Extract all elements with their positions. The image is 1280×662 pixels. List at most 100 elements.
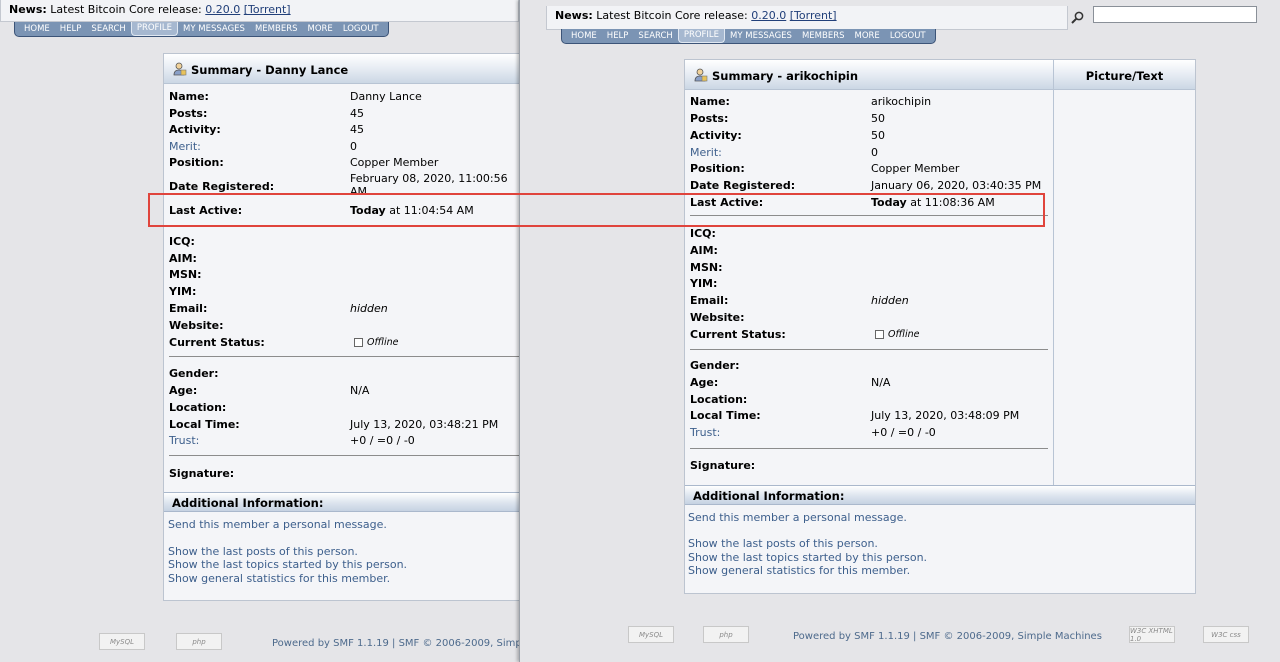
menu-help[interactable]: HELP <box>55 22 87 36</box>
news-bar: News: Latest Bitcoin Core release: 0.20.… <box>0 0 519 22</box>
last-posts-link[interactable]: Show the last posts of this person. <box>688 537 878 550</box>
name-value: Danny Lance <box>350 90 422 103</box>
menu-search[interactable]: SEARCH <box>633 29 677 43</box>
menu-more[interactable]: MORE <box>850 29 885 43</box>
location-label: Location: <box>169 401 227 414</box>
highlight-box <box>148 193 1045 227</box>
menu-logout[interactable]: LOGOUT <box>885 29 931 43</box>
activity-value: 50 <box>871 129 885 142</box>
merit-label[interactable]: Merit: <box>690 144 722 161</box>
trust-label[interactable]: Trust: <box>690 424 720 441</box>
menu-my-messages[interactable]: MY MESSAGES <box>178 22 250 36</box>
footer-powered-by[interactable]: Powered by SMF 1.1.19 | SMF © 2006-2009,… <box>793 631 1102 642</box>
summary-header: Summary - Danny Lance <box>164 54 519 84</box>
xhtml-badge[interactable]: W3C XHTML 1.0 <box>1129 626 1175 643</box>
date-registered-label: Date Registered: <box>690 179 796 192</box>
divider <box>690 448 1048 449</box>
column-divider <box>1053 90 1054 487</box>
summary-header: Summary - arikochipin <box>685 60 1054 90</box>
menu-help[interactable]: HELP <box>602 29 634 43</box>
menu-more[interactable]: MORE <box>303 22 338 36</box>
profile-panel: Summary - Danny Lance Name: Danny Lance … <box>163 53 519 601</box>
picture-text-header: Picture/Text <box>1053 60 1195 90</box>
additional-info-header: Additional Information: <box>164 492 519 512</box>
status-checkbox-icon <box>354 338 363 347</box>
menu-profile[interactable]: PROFILE <box>677 29 726 43</box>
activity-label: Activity: <box>690 129 742 142</box>
yim-label: YIM: <box>690 277 718 290</box>
right-screenshot: News: Latest Bitcoin Core release: 0.20.… <box>519 0 1280 662</box>
last-topics-link[interactable]: Show the last topics started by this per… <box>168 558 407 571</box>
posts-label: Posts: <box>169 107 208 120</box>
menu-logout[interactable]: LOGOUT <box>338 22 384 36</box>
main-menu: HOME HELP SEARCH PROFILE MY MESSAGES MEM… <box>14 22 389 37</box>
divider <box>690 349 1048 350</box>
search-icon[interactable] <box>1071 11 1084 24</box>
left-screenshot: News: Latest Bitcoin Core release: 0.20.… <box>0 0 519 662</box>
menu-home[interactable]: HOME <box>566 29 602 43</box>
age-value: N/A <box>350 384 370 397</box>
yim-label: YIM: <box>169 285 197 298</box>
menu-search[interactable]: SEARCH <box>86 22 130 36</box>
icq-label: ICQ: <box>169 235 195 248</box>
website-label: Website: <box>690 311 745 324</box>
signature-label: Signature: <box>690 459 756 472</box>
menu-members[interactable]: MEMBERS <box>250 22 303 36</box>
stats-link[interactable]: Show general statistics for this member. <box>168 572 390 585</box>
version-link[interactable]: 0.20.0 <box>205 3 240 16</box>
local-time-label: Local Time: <box>690 409 761 422</box>
mysql-badge[interactable]: MySQL <box>99 633 145 650</box>
version-link[interactable]: 0.20.0 <box>751 9 786 22</box>
website-label: Website: <box>169 319 224 332</box>
css-badge[interactable]: W3C css <box>1203 626 1249 643</box>
email-value: hidden <box>871 294 909 307</box>
menu-home[interactable]: HOME <box>19 22 55 36</box>
email-label: Email: <box>690 294 729 307</box>
footer-powered-by[interactable]: Powered by SMF 1.1.19 | SMF © 2006-2009,… <box>272 638 519 649</box>
news-bar: News: Latest Bitcoin Core release: 0.20.… <box>546 6 1068 30</box>
posts-label: Posts: <box>690 112 729 125</box>
send-pm-link[interactable]: Send this member a personal message. <box>688 511 907 524</box>
aim-label: AIM: <box>690 244 718 257</box>
stats-link[interactable]: Show general statistics for this member. <box>688 564 910 577</box>
icq-label: ICQ: <box>690 227 716 240</box>
age-label: Age: <box>690 376 719 389</box>
send-pm-link[interactable]: Send this member a personal message. <box>168 518 387 531</box>
merit-label[interactable]: Merit: <box>169 138 201 155</box>
divider <box>169 455 519 456</box>
position-label: Position: <box>690 162 745 175</box>
summary-title: Summary - Danny Lance <box>191 63 349 77</box>
menu-my-messages[interactable]: MY MESSAGES <box>725 29 797 43</box>
menu-members[interactable]: MEMBERS <box>797 29 850 43</box>
php-badge[interactable]: php <box>176 633 222 650</box>
status-checkbox-icon <box>875 330 884 339</box>
msn-label: MSN: <box>690 261 723 274</box>
gender-label: Gender: <box>690 359 740 372</box>
last-posts-link[interactable]: Show the last posts of this person. <box>168 545 358 558</box>
search-input[interactable] <box>1093 6 1257 23</box>
user-icon <box>694 68 708 82</box>
php-badge[interactable]: php <box>703 626 749 643</box>
msn-label: MSN: <box>169 268 202 281</box>
menu-profile[interactable]: PROFILE <box>130 22 179 36</box>
merit-value: 0 <box>350 140 357 153</box>
current-status-label: Current Status: <box>169 336 265 349</box>
mysql-badge[interactable]: MySQL <box>628 626 674 643</box>
name-label: Name: <box>169 90 209 103</box>
user-icon <box>173 62 187 76</box>
online-status: Offline <box>875 326 919 343</box>
trust-value: +0 / =0 / -0 <box>350 434 415 447</box>
profile-panel: Summary - arikochipin Picture/Text Name:… <box>684 59 1196 594</box>
online-status: Offline <box>354 334 398 351</box>
last-topics-link[interactable]: Show the last topics started by this per… <box>688 551 927 564</box>
age-value: N/A <box>871 376 891 389</box>
aim-label: AIM: <box>169 252 197 265</box>
torrent-link[interactable]: [Torrent] <box>244 3 291 16</box>
name-value: arikochipin <box>871 95 932 108</box>
posts-value: 45 <box>350 107 364 120</box>
local-time-value: July 13, 2020, 03:48:21 PM <box>350 418 499 431</box>
additional-info-header: Additional Information: <box>685 485 1195 505</box>
position-value: Copper Member <box>871 162 960 175</box>
trust-label[interactable]: Trust: <box>169 432 199 449</box>
torrent-link[interactable]: [Torrent] <box>790 9 837 22</box>
